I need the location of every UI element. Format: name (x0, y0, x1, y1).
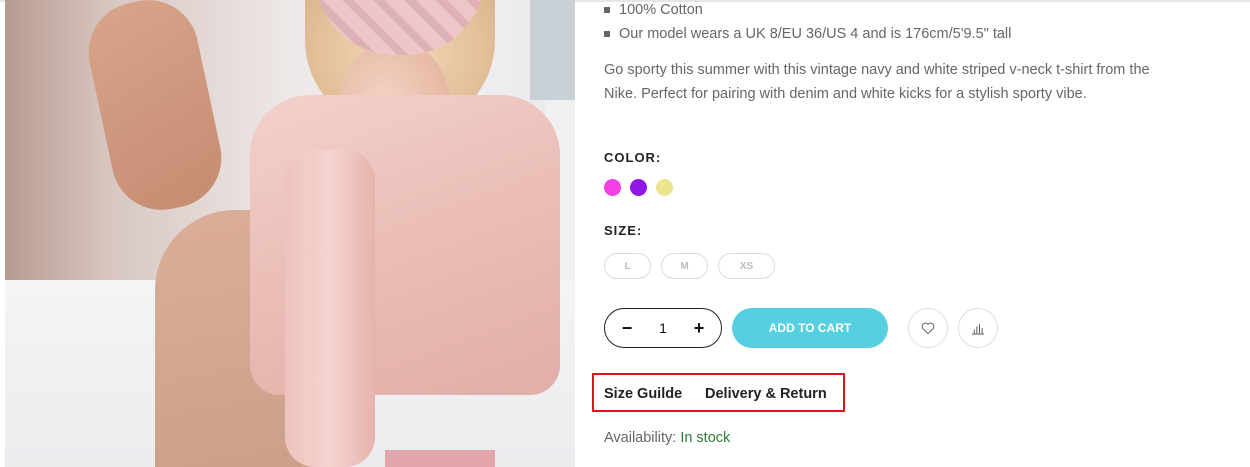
heart-icon (921, 322, 935, 335)
quantity-increase-button[interactable]: + (692, 319, 706, 337)
color-swatch-yellow[interactable] (656, 179, 673, 196)
availability-label: Availability: (604, 430, 677, 446)
color-swatch-purple[interactable] (630, 179, 647, 196)
color-swatches (604, 179, 673, 196)
color-swatch-magenta[interactable] (604, 179, 621, 196)
quantity-stepper: − 1 + (604, 308, 722, 348)
add-to-cart-button[interactable]: ADD TO CART (732, 308, 888, 348)
color-label: COLOR: (604, 150, 662, 165)
compare-button[interactable] (958, 308, 998, 348)
size-option-m[interactable]: M (661, 253, 708, 279)
size-options: L M XS (604, 253, 775, 279)
image-pink-pants (385, 450, 495, 467)
wishlist-button[interactable] (908, 308, 948, 348)
feature-item: Our model wears a UK 8/EU 36/US 4 and is… (604, 22, 1204, 46)
feature-item: 100% Cotton (604, 0, 1204, 22)
size-option-l[interactable]: L (604, 253, 651, 279)
size-label: SIZE: (604, 223, 643, 238)
size-guide-link[interactable]: Size Guilde (604, 386, 682, 402)
image-background-wall (530, 0, 575, 100)
product-description: Go sporty this summer with this vintage … (604, 62, 1150, 102)
delivery-return-link[interactable]: Delivery & Return (705, 386, 827, 402)
availability: Availability: In stock (604, 430, 730, 446)
compare-chart-icon (972, 324, 984, 335)
quantity-decrease-button[interactable]: − (620, 319, 634, 337)
size-option-xs[interactable]: XS (718, 253, 775, 279)
image-pink-scarf-fringe (285, 150, 375, 467)
product-feature-list: 100% Cotton Our model wears a UK 8/EU 36… (604, 0, 1204, 46)
image-model-arm (79, 0, 231, 220)
product-image[interactable] (5, 0, 575, 467)
quantity-value[interactable]: 1 (659, 320, 667, 336)
stock-status: In stock (680, 430, 731, 446)
